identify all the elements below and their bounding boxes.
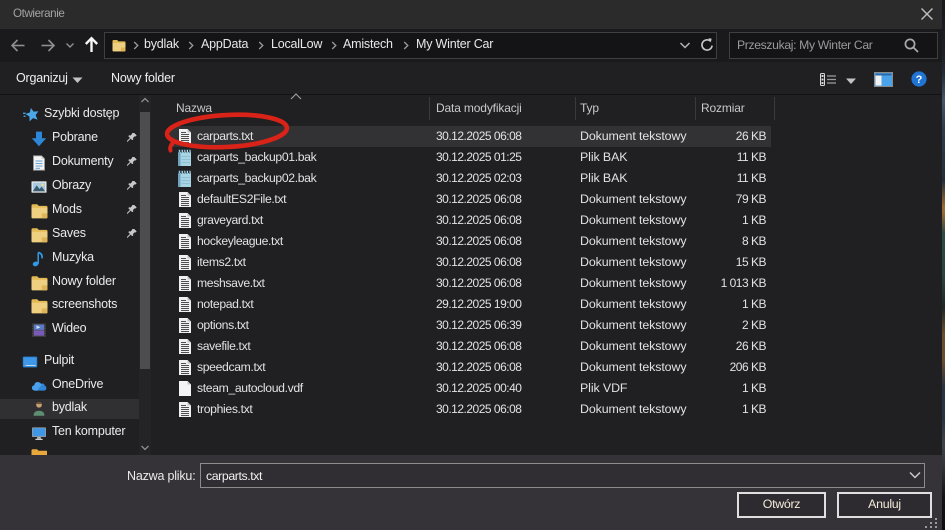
svg-text:?: ?	[916, 74, 923, 86]
